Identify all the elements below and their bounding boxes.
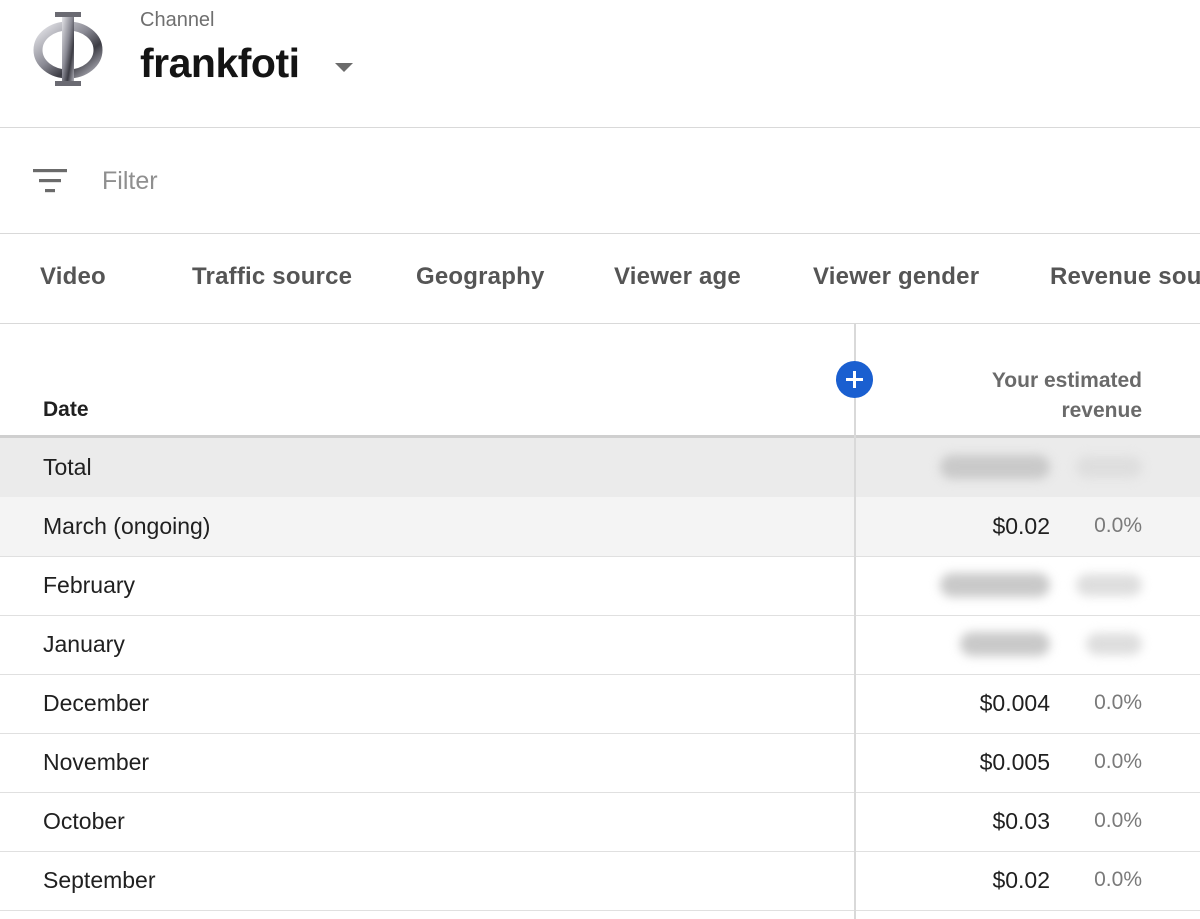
plus-circle-icon[interactable] [836, 361, 873, 398]
channel-header: Channel frankfoti [0, 0, 1200, 128]
caret-down-icon[interactable] [330, 58, 358, 78]
row-date: January [43, 631, 125, 657]
tab-viewer-age[interactable]: Viewer age [614, 263, 741, 291]
row-percent: 0.0% [1094, 514, 1142, 537]
dimension-tabs: Video Traffic source Geography Viewer ag… [0, 234, 1200, 324]
table-row-total[interactable]: Total [0, 438, 1200, 498]
row-date: October [43, 808, 125, 834]
revenue-table: Date Your estimated revenue Total March … [0, 324, 1200, 919]
row-percent: 0.0% [1094, 750, 1142, 773]
row-revenue: $0.004 [979, 690, 1050, 716]
table-row[interactable]: September $0.02 0.0% [0, 851, 1200, 911]
redacted-percent [1076, 574, 1142, 596]
tab-traffic-source[interactable]: Traffic source [192, 263, 352, 291]
row-percent: 0.0% [1094, 691, 1142, 714]
filter-input[interactable] [102, 164, 702, 198]
tab-geography[interactable]: Geography [416, 263, 545, 291]
redacted-value [940, 455, 1050, 479]
tab-revenue-source[interactable]: Revenue sour [1050, 263, 1200, 291]
row-date: November [43, 749, 150, 775]
column-divider [854, 324, 856, 919]
redacted-percent [1076, 456, 1142, 478]
revenue-header-line2: revenue [1061, 399, 1142, 422]
row-revenue: $0.005 [979, 749, 1050, 775]
channel-name[interactable]: frankfoti [140, 40, 300, 87]
phi-logo-icon [33, 12, 103, 86]
table-row[interactable]: February [0, 556, 1200, 616]
tab-viewer-gender[interactable]: Viewer gender [813, 263, 979, 291]
row-revenue: $0.02 [992, 867, 1050, 893]
filter-icon[interactable] [32, 166, 68, 196]
channel-label: Channel [140, 9, 215, 31]
row-revenue: $0.03 [992, 808, 1050, 834]
revenue-column-header[interactable]: Your estimated revenue [922, 366, 1142, 426]
row-date: December [43, 690, 150, 716]
table-row[interactable]: November $0.005 0.0% [0, 733, 1200, 793]
row-date: February [43, 572, 136, 598]
table-row[interactable]: October $0.03 0.0% [0, 792, 1200, 852]
filter-bar [0, 128, 1200, 234]
row-percent: 0.0% [1094, 809, 1142, 832]
redacted-value [960, 632, 1050, 656]
table-row[interactable]: January [0, 615, 1200, 675]
revenue-header-line1: Your estimated [991, 369, 1142, 392]
row-date: March (ongoing) [43, 513, 211, 539]
table-row[interactable]: December $0.004 0.0% [0, 674, 1200, 734]
row-revenue: $0.02 [992, 513, 1050, 539]
date-column-header[interactable]: Date [43, 398, 89, 422]
table-header: Date Your estimated revenue [0, 324, 1200, 438]
redacted-percent [1086, 633, 1142, 655]
tab-video[interactable]: Video [40, 263, 106, 291]
table-row[interactable]: March (ongoing) $0.02 0.0% [0, 497, 1200, 557]
row-percent: 0.0% [1094, 868, 1142, 891]
row-date: Total [43, 454, 92, 480]
redacted-value [940, 573, 1050, 597]
row-date: September [43, 867, 156, 893]
